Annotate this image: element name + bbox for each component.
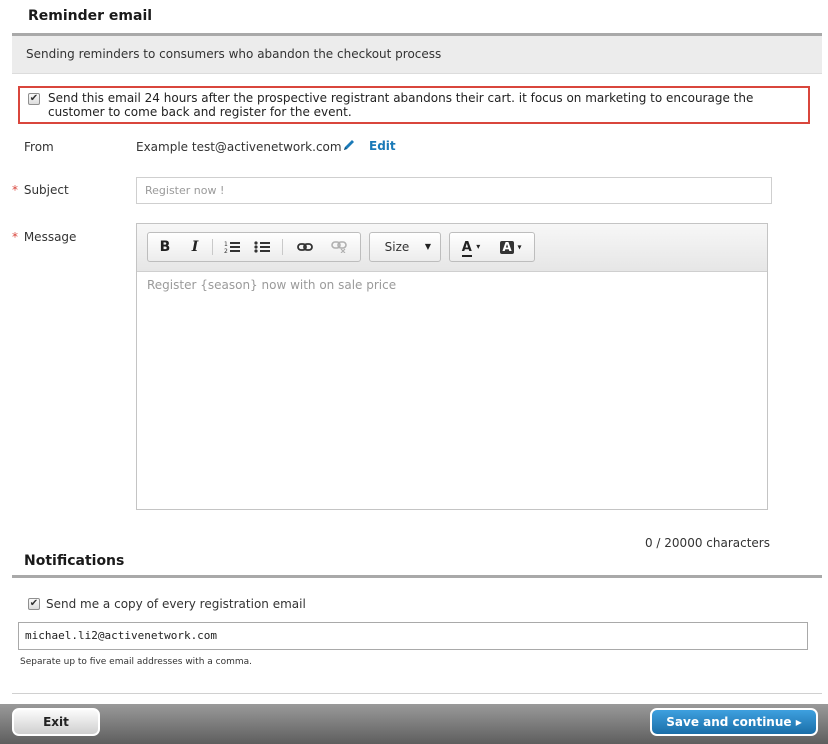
- bg-color-button[interactable]: A ▾: [494, 233, 528, 261]
- toolbar-separator: [212, 239, 213, 255]
- section-divider: [12, 575, 822, 578]
- chevron-down-icon: ▼: [424, 242, 432, 251]
- message-label-text: Message: [23, 230, 77, 244]
- reminder-email-title: Reminder email: [28, 8, 153, 24]
- bulleted-list-icon: [254, 241, 270, 253]
- toolbar-separator: [282, 239, 283, 255]
- required-marker: *: [12, 230, 18, 244]
- numbered-list-button[interactable]: 1 2: [218, 233, 246, 261]
- bulleted-list-button[interactable]: [248, 233, 276, 261]
- link-icon: [297, 243, 313, 251]
- copy-email-row: ✔ Send me a copy of every registration e…: [28, 597, 306, 611]
- reminder-description: Sending reminders to consumers who aband…: [12, 36, 822, 74]
- from-label: From: [24, 140, 54, 154]
- reminder-option-checkbox[interactable]: ✔: [28, 93, 40, 105]
- editor-toolbar: B I 1 2 Size ▼ A ▾ A ▾: [137, 224, 767, 272]
- message-label: * Message: [12, 230, 76, 244]
- reminder-option-label: Send this email 24 hours after the prosp…: [48, 91, 754, 119]
- reminder-option-highlight: ✔ Send this email 24 hours after the pro…: [18, 86, 810, 124]
- link-button[interactable]: [290, 233, 320, 261]
- email-hint: Separate up to five email addresses with…: [20, 657, 253, 667]
- text-color-icon: A: [461, 239, 472, 257]
- footer-divider: [12, 693, 822, 694]
- text-color-button[interactable]: A ▾: [456, 233, 486, 261]
- copy-email-checkbox[interactable]: ✔: [28, 598, 40, 610]
- numbered-list-icon: 1 2: [224, 241, 240, 255]
- unlink-button[interactable]: [324, 233, 354, 261]
- svg-text:1: 1: [224, 241, 228, 248]
- message-textarea[interactable]: Register {season} now with on sale price: [147, 278, 396, 292]
- subject-input[interactable]: Register now !: [136, 177, 772, 204]
- notification-email-input[interactable]: michael.li2@activenetwork.com: [18, 622, 808, 650]
- exit-button[interactable]: Exit: [12, 708, 100, 736]
- unlink-icon: [331, 241, 347, 254]
- pencil-icon[interactable]: [342, 138, 356, 152]
- from-value: Example test@activenetwork.com: [136, 140, 342, 154]
- size-label: Size: [384, 240, 410, 254]
- message-editor: B I 1 2 Size ▼ A ▾ A ▾ Register {season}…: [136, 223, 768, 510]
- required-marker: *: [12, 183, 18, 197]
- save-and-continue-button[interactable]: Save and continue ▸: [650, 708, 818, 736]
- subject-label: * Subject: [12, 183, 69, 197]
- bold-button[interactable]: B: [152, 233, 178, 261]
- character-count: 0 / 20000 characters: [644, 536, 770, 550]
- bg-color-icon: A: [500, 240, 514, 254]
- chevron-down-icon: ▾: [476, 242, 481, 251]
- edit-from-link[interactable]: Edit: [369, 139, 396, 153]
- italic-button[interactable]: I: [182, 233, 208, 261]
- format-button-group: B I 1 2: [147, 232, 361, 262]
- svg-text:2: 2: [224, 248, 228, 254]
- color-button-group: A ▾ A ▾: [449, 232, 535, 262]
- subject-label-text: Subject: [23, 183, 69, 197]
- size-dropdown[interactable]: Size ▼: [369, 232, 441, 262]
- notifications-title: Notifications: [24, 553, 125, 569]
- copy-email-label: Send me a copy of every registration ema…: [46, 597, 306, 611]
- chevron-down-icon: ▾: [517, 242, 522, 252]
